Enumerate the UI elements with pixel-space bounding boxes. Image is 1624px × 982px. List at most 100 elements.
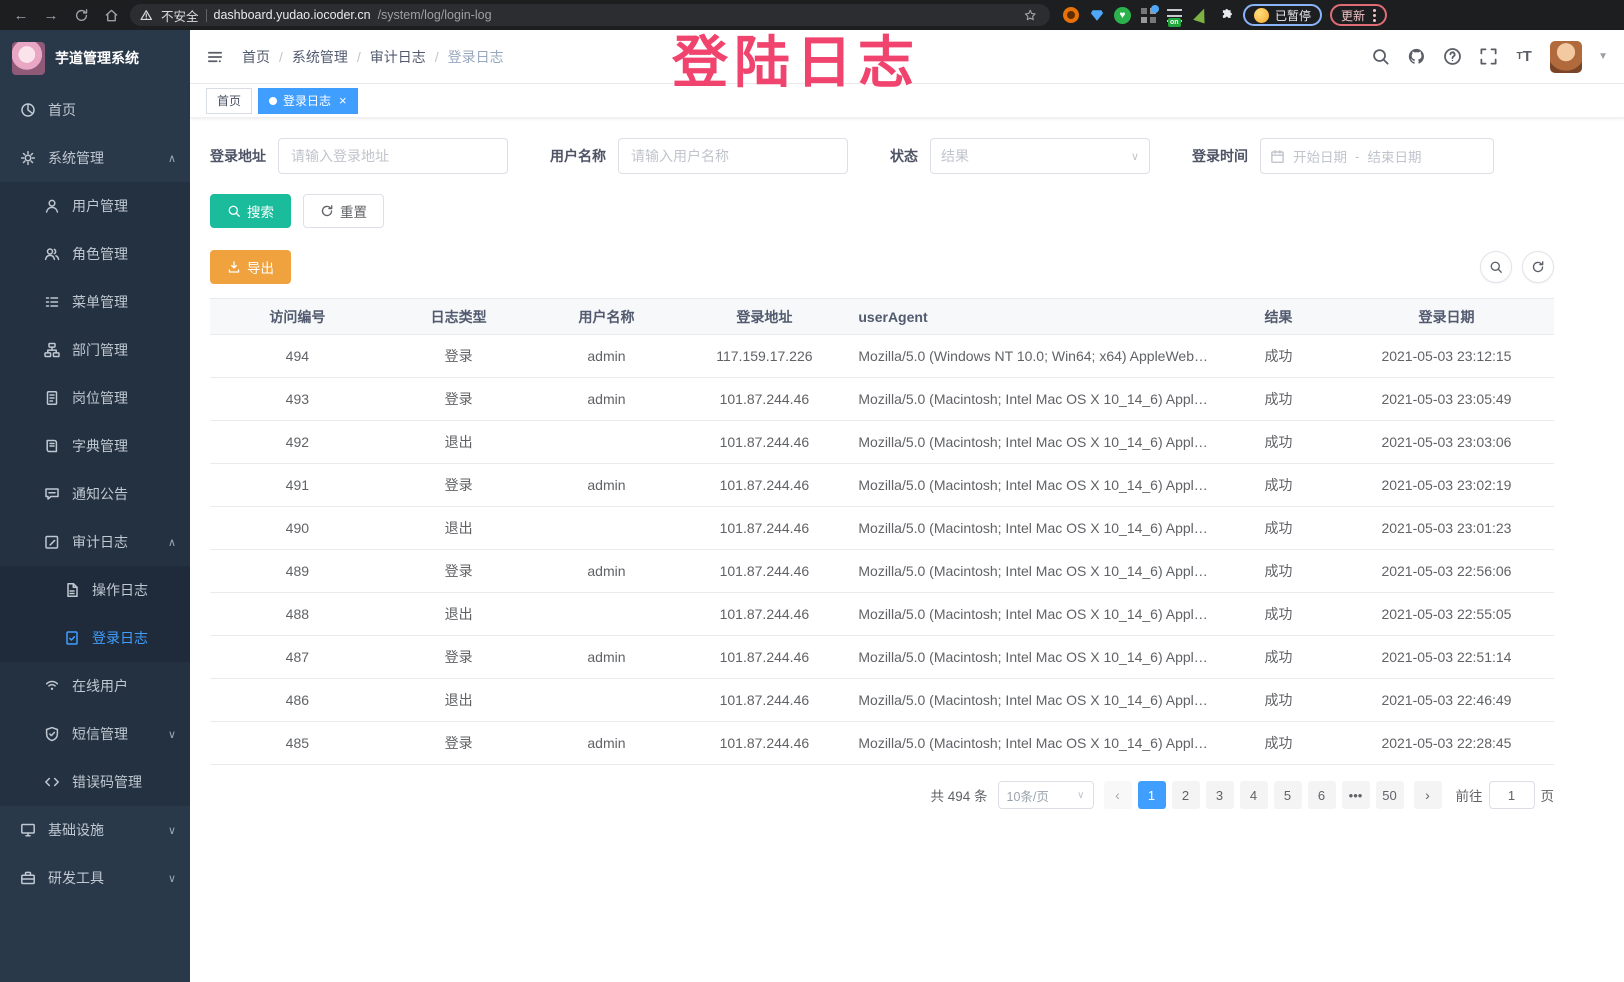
help-icon[interactable]	[1442, 47, 1462, 67]
sidebar-item-post-mgmt[interactable]: 岗位管理	[0, 374, 190, 422]
status-select[interactable]: 结果 ∨	[930, 138, 1150, 174]
sidebar-item-sms-mgmt[interactable]: 短信管理∨	[0, 710, 190, 758]
magnifier-icon	[227, 204, 241, 218]
reload-icon[interactable]	[70, 4, 92, 26]
page-size-select[interactable]: 10条/页 ∨	[998, 781, 1094, 809]
extension-grid-icon[interactable]	[1140, 7, 1157, 24]
sidebar-item-user-mgmt[interactable]: 用户管理	[0, 182, 190, 230]
page-button[interactable]: 1	[1138, 781, 1166, 809]
extension-list-icon[interactable]: on	[1166, 7, 1183, 24]
sidebar-item-label: 部门管理	[72, 340, 128, 360]
avatar-caret-down-icon[interactable]: ▼	[1598, 51, 1608, 62]
forward-icon[interactable]: →	[40, 4, 62, 26]
fullscreen-icon[interactable]	[1478, 47, 1498, 67]
sidebar-item-dev-tools[interactable]: 研发工具∨	[0, 854, 190, 902]
page-button[interactable]: 6	[1308, 781, 1336, 809]
goto-page-input[interactable]	[1489, 781, 1535, 809]
sidebar-item-role-mgmt[interactable]: 角色管理	[0, 230, 190, 278]
breadcrumb-item[interactable]: 登录日志	[448, 47, 504, 67]
table-cell	[533, 507, 681, 550]
toggle-search-button[interactable]	[1480, 251, 1512, 283]
table-row: 492退出101.87.244.46Mozilla/5.0 (Macintosh…	[210, 421, 1554, 464]
page-button[interactable]: 2	[1172, 781, 1200, 809]
sidebar-item-dict-mgmt[interactable]: 字典管理	[0, 422, 190, 470]
breadcrumb-item[interactable]: 系统管理	[292, 47, 348, 67]
extension-orange-icon[interactable]	[1062, 7, 1079, 24]
user-icon	[44, 198, 60, 214]
browser-menu-icon[interactable]	[1373, 9, 1376, 22]
table-cell: 2021-05-03 22:55:05	[1339, 593, 1554, 636]
sidebar-item-home[interactable]: 首页	[0, 86, 190, 134]
font-size-icon[interactable]: TT	[1514, 47, 1534, 67]
chevron-down-icon: ∨	[1131, 150, 1139, 163]
table-cell: 成功	[1218, 335, 1339, 378]
sidebar-item-label: 登录日志	[92, 628, 148, 648]
breadcrumb-separator: /	[279, 49, 283, 65]
profile-paused-chip[interactable]: 已暂停	[1243, 4, 1322, 26]
breadcrumb-item[interactable]: 审计日志	[370, 47, 426, 67]
breadcrumb-item[interactable]: 首页	[242, 47, 270, 67]
login-time-range-picker[interactable]: 开始日期 - 结束日期	[1260, 138, 1494, 174]
total-count-label: 共 494 条	[930, 785, 987, 805]
export-button[interactable]: 导出	[210, 250, 291, 284]
table-cell: 2021-05-03 23:03:06	[1339, 421, 1554, 464]
table-cell: 494	[210, 335, 385, 378]
login-address-input[interactable]	[278, 138, 508, 174]
sidebar-item-infrastructure[interactable]: 基础设施∨	[0, 806, 190, 854]
app-logo-row: 芋道管理系统	[0, 30, 190, 86]
sidebar-item-menu-mgmt[interactable]: 菜单管理	[0, 278, 190, 326]
sidebar-item-login-log[interactable]: 登录日志	[0, 614, 190, 662]
chevron-down-icon: ∨	[1077, 790, 1084, 801]
page-button[interactable]: 50	[1376, 781, 1404, 809]
sidebar-item-label: 系统管理	[48, 148, 104, 168]
sidebar-item-audit-log[interactable]: 审计日志∧	[0, 518, 190, 566]
home-icon[interactable]	[100, 4, 122, 26]
page-button[interactable]: 5	[1274, 781, 1302, 809]
table-cell: 492	[210, 421, 385, 464]
table-cell: 2021-05-03 23:01:23	[1339, 507, 1554, 550]
sidebar-item-label: 审计日志	[72, 532, 128, 552]
sidebar-item-errcode-mgmt[interactable]: 错误码管理	[0, 758, 190, 806]
app-header: 首页/系统管理/审计日志/登录日志 TT ▼	[190, 30, 1624, 84]
sidebar-item-dept-mgmt[interactable]: 部门管理	[0, 326, 190, 374]
sidebar-menu: 首页系统管理∧用户管理角色管理菜单管理部门管理岗位管理字典管理通知公告审计日志∧…	[0, 86, 190, 902]
browser-update-button[interactable]: 更新	[1330, 4, 1387, 26]
table-cell: 成功	[1218, 636, 1339, 679]
hamburger-icon[interactable]	[206, 48, 228, 66]
sidebar-item-system-mgmt[interactable]: 系统管理∧	[0, 134, 190, 182]
extension-green-heart-icon[interactable]: ♥	[1114, 7, 1131, 24]
more-pages-button[interactable]: •••	[1342, 781, 1370, 809]
next-page-button[interactable]: ›	[1414, 781, 1442, 809]
sidebar-item-online-users[interactable]: 在线用户	[0, 662, 190, 710]
table-cell: 101.87.244.46	[680, 636, 848, 679]
user-avatar[interactable]	[1550, 41, 1582, 73]
username-input[interactable]	[618, 138, 848, 174]
extension-leaf-icon[interactable]	[1192, 7, 1209, 24]
reset-button[interactable]: 重置	[303, 194, 384, 228]
username-label: 用户名称	[550, 146, 606, 166]
refresh-table-button[interactable]	[1522, 251, 1554, 283]
search-icon[interactable]	[1370, 47, 1390, 67]
tag-active[interactable]: 登录日志×	[258, 88, 358, 114]
github-icon[interactable]	[1406, 47, 1426, 67]
sidebar-item-operation-log[interactable]: 操作日志	[0, 566, 190, 614]
table-row: 493登录admin101.87.244.46Mozilla/5.0 (Maci…	[210, 378, 1554, 421]
back-icon[interactable]: ←	[10, 4, 32, 26]
extension-gem-icon[interactable]	[1088, 7, 1105, 24]
extensions-puzzle-icon[interactable]	[1218, 7, 1235, 24]
table-cell: admin	[533, 636, 681, 679]
close-icon[interactable]: ×	[339, 93, 347, 108]
table-cell: Mozilla/5.0 (Macintosh; Intel Mac OS X 1…	[848, 378, 1218, 421]
table-cell: 2021-05-03 23:02:19	[1339, 464, 1554, 507]
page-button[interactable]: 3	[1206, 781, 1234, 809]
page-button[interactable]: 4	[1240, 781, 1268, 809]
prev-page-button[interactable]: ‹	[1104, 781, 1132, 809]
login-address-label: 登录地址	[210, 146, 266, 166]
tag-item[interactable]: 首页	[206, 88, 252, 114]
bookmark-star-icon[interactable]	[1024, 9, 1040, 22]
app-logo	[12, 42, 45, 75]
search-button[interactable]: 搜索	[210, 194, 291, 228]
address-bar[interactable]: 不安全 dashboard.yudao.iocoder.cn/system/lo…	[130, 4, 1050, 26]
table-cell: 101.87.244.46	[680, 679, 848, 722]
sidebar-item-notice[interactable]: 通知公告	[0, 470, 190, 518]
